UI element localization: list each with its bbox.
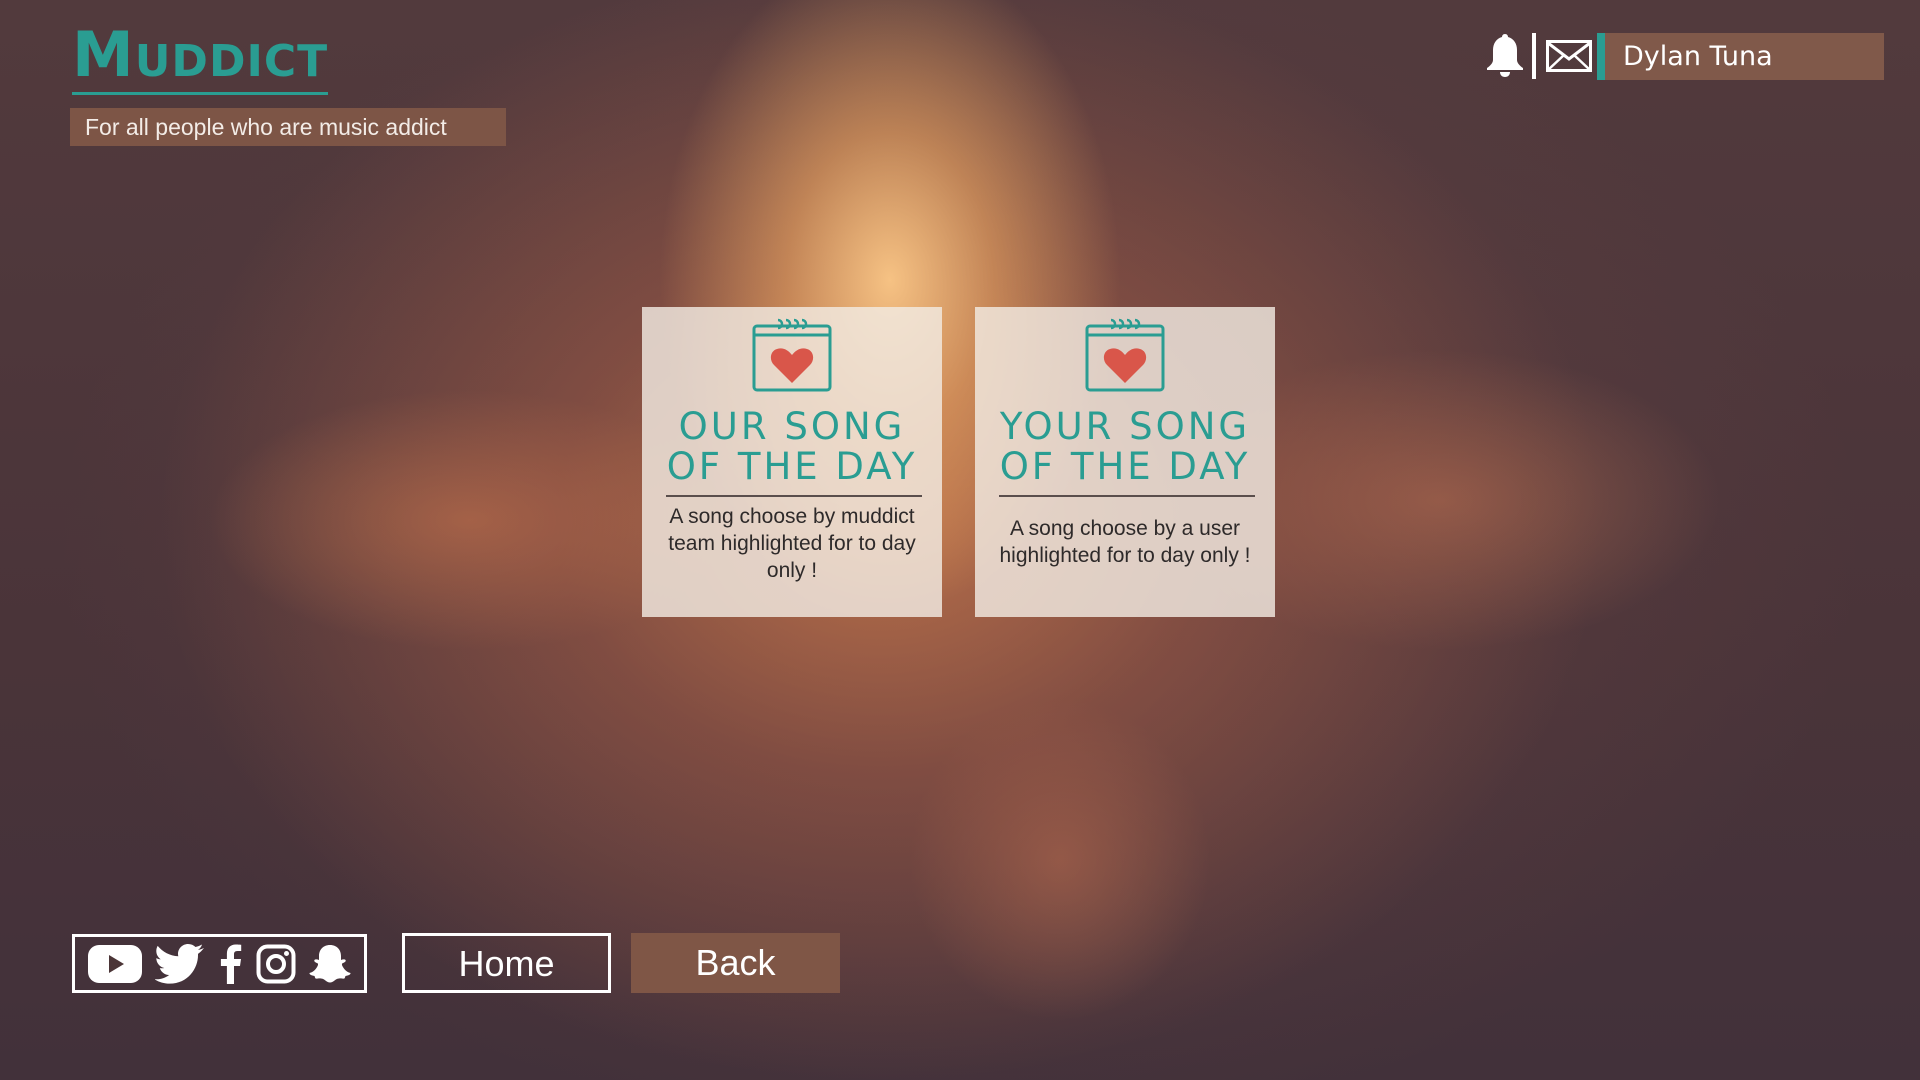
home-button[interactable]: Home — [402, 933, 611, 993]
back-button[interactable]: Back — [631, 933, 840, 993]
card-title: YOUR SONG OF THE DAY — [975, 407, 1275, 487]
instagram-icon[interactable] — [256, 944, 296, 984]
twitter-icon[interactable] — [155, 943, 205, 985]
card-title-line2: OF THE DAY — [999, 445, 1251, 488]
bell-icon[interactable] — [1484, 32, 1526, 78]
card-title-line1: OUR SONG — [678, 405, 906, 448]
card-title: OUR SONG OF THE DAY — [642, 407, 942, 487]
our-song-of-the-day-card[interactable]: OUR SONG OF THE DAY A song choose by mud… — [642, 307, 942, 617]
card-divider — [999, 495, 1255, 497]
logo[interactable]: MUDDICT — [72, 24, 329, 95]
user-menu[interactable]: Dylan Tuna — [1597, 33, 1884, 80]
card-title-line1: YOUR SONG — [999, 405, 1251, 448]
envelope-icon[interactable] — [1546, 40, 1592, 72]
social-links — [72, 934, 367, 993]
logo-initial: M — [72, 18, 135, 91]
facebook-icon[interactable] — [217, 943, 243, 985]
card-description: A song choose by a user highlighted for … — [999, 517, 1251, 567]
logo-rest: UDDICT — [134, 36, 329, 87]
calendar-heart-icon — [1085, 318, 1165, 392]
header-divider — [1532, 33, 1536, 79]
your-song-of-the-day-card[interactable]: YOUR SONG OF THE DAY A song choose by a … — [975, 307, 1275, 617]
username: Dylan Tuna — [1623, 41, 1773, 72]
snapchat-icon[interactable] — [308, 943, 352, 985]
card-description: A song choose by muddict team highlighte… — [668, 505, 916, 582]
youtube-icon[interactable] — [87, 944, 143, 984]
calendar-heart-icon — [752, 318, 832, 392]
card-divider — [666, 495, 922, 497]
tagline: For all people who are music addict — [70, 108, 506, 146]
card-title-line2: OF THE DAY — [666, 445, 918, 488]
